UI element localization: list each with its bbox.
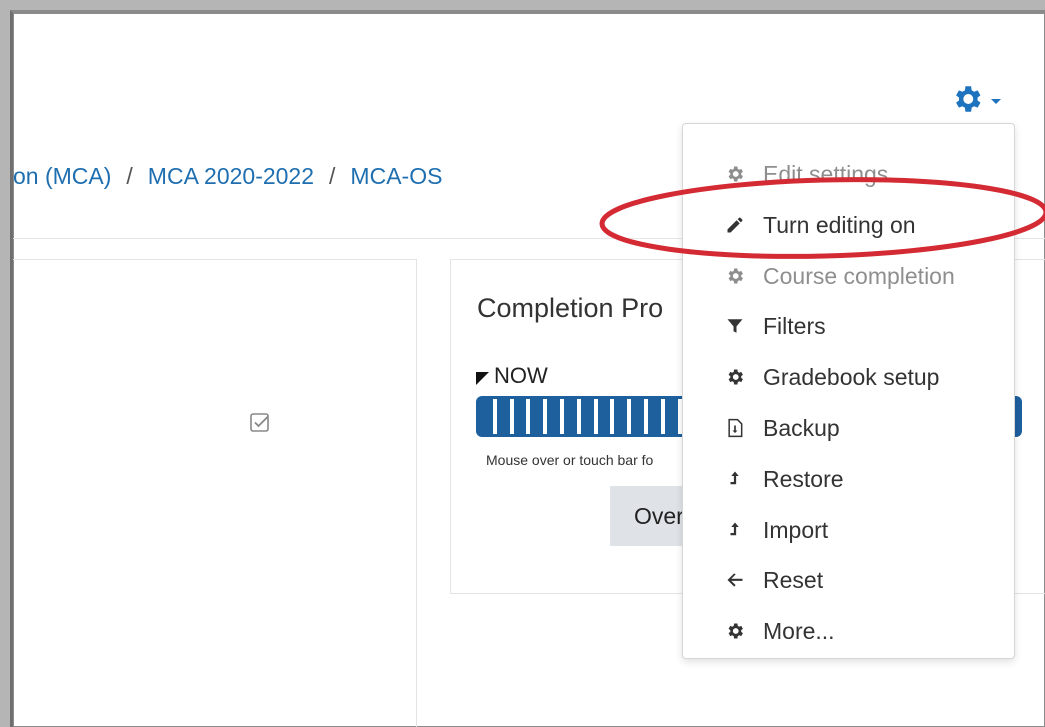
menu-item-backup[interactable]: Backup [723,408,840,448]
menu-item-label: Restore [763,465,844,492]
chevron-down-icon [991,98,1001,104]
menu-item-edit-settings[interactable]: Edit settings [723,154,888,194]
progress-segment-divider [610,399,615,434]
breadcrumb-separator: / [329,162,336,189]
menu-item-label: Reset [763,566,824,593]
now-label: NOW [494,363,548,388]
menu-item-reset[interactable]: Reset [723,560,823,600]
progress-segment-divider [660,399,665,434]
progress-hint: Mouse over or touch bar fo [486,452,654,468]
progress-segment-divider [677,399,682,434]
menu-item-label: Filters [763,312,826,339]
menu-item-filters[interactable]: Filters [723,306,826,346]
filter-icon [723,314,747,338]
menu-item-turn-editing-on[interactable]: Turn editing on [723,205,916,245]
breadcrumb-separator: / [126,162,133,189]
gear-icon [950,82,984,121]
menu-item-label: Import [763,516,829,543]
progress-segment-divider [560,399,564,434]
card-title: Completion Pro [477,293,664,323]
gear-icon [723,162,747,186]
progress-segment-divider [492,399,497,434]
menu-item-gradebook-setup[interactable]: Gradebook setup [723,357,939,397]
upload-icon [723,518,747,542]
checkbox-icon[interactable] [248,411,272,435]
gear-icon [723,264,747,288]
gear-icon [723,365,747,389]
breadcrumb-item-batch[interactable]: MCA 2020-2022 [148,163,314,190]
breadcrumb: on (MCA) / MCA 2020-2022 / MCA-OS [13,159,442,193]
triangle-marker-icon [476,371,489,385]
menu-item-more[interactable]: More... [723,611,835,651]
progress-segment-divider [526,399,531,434]
menu-item-label: Gradebook setup [763,363,940,390]
progress-segment-divider [627,399,632,434]
menu-item-label: More... [763,617,835,644]
content-card [13,259,417,727]
menu-item-restore[interactable]: Restore [723,459,844,499]
menu-item-label: Edit settings [763,160,889,187]
menu-item-label: Turn editing on [763,211,916,238]
gear-icon [723,619,747,643]
file-icon [723,416,747,440]
progress-segment-divider [509,399,514,434]
progress-segment-divider [576,399,581,434]
menu-item-import[interactable]: Import [723,510,828,550]
menu-item-label: Backup [763,414,840,441]
pencil-icon [723,213,747,237]
course-actions-button[interactable] [950,83,1020,119]
menu-item-course-completion[interactable]: Course completion [723,256,955,296]
progress-segment-divider [593,399,598,434]
breadcrumb-item-program[interactable]: on (MCA) [13,163,111,190]
breadcrumb-item-course[interactable]: MCA-OS [350,163,442,190]
menu-item-label: Course completion [763,262,955,289]
page-viewport: on (MCA) / MCA 2020-2022 / MCA-OS Comple… [10,10,1045,727]
now-marker: NOW [476,363,548,389]
progress-segment-divider [644,399,648,434]
arrow-left-icon [723,568,747,592]
progress-segment-divider [543,399,548,434]
upload-icon [723,467,747,491]
course-actions-menu: Edit settings Turn editing on Course com… [682,123,1015,659]
